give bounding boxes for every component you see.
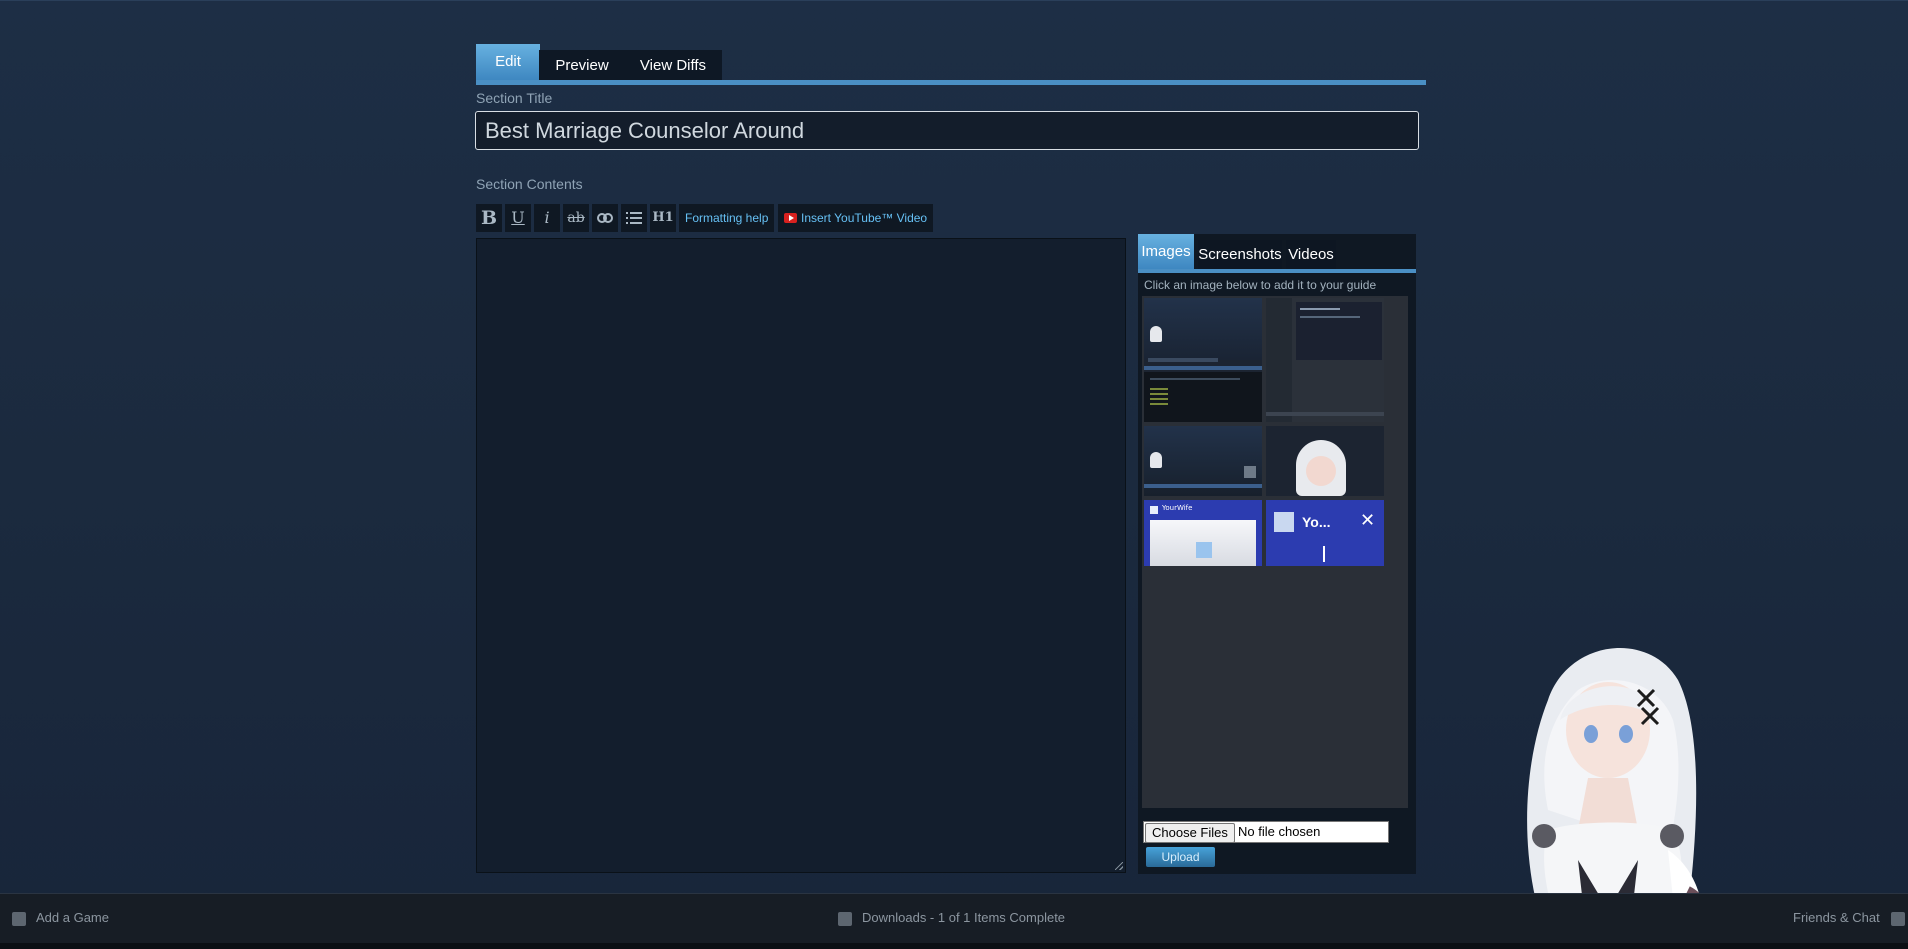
- top-border: [0, 0, 1908, 1]
- file-status: No file chosen: [1238, 824, 1321, 839]
- tab-preview[interactable]: Preview: [539, 50, 625, 81]
- download-icon: [838, 911, 852, 926]
- image-thumbnail[interactable]: [1266, 426, 1384, 496]
- plus-icon: [12, 911, 26, 926]
- link-icon: [597, 213, 613, 223]
- image-thumbnail[interactable]: [1266, 298, 1384, 422]
- add-game-button[interactable]: Add a Game: [12, 908, 109, 928]
- tab-view-diffs[interactable]: View Diffs: [624, 50, 722, 81]
- downloads-label: Downloads - 1 of 1 Items Complete: [862, 910, 1066, 925]
- resize-handle[interactable]: [1115, 862, 1123, 870]
- friends-chat-label: Friends & Chat: [1793, 910, 1880, 925]
- section-contents-editor[interactable]: [476, 238, 1126, 873]
- section-title-input[interactable]: [475, 111, 1419, 150]
- bottom-bar: Add a Game Downloads - 1 of 1 Items Comp…: [0, 893, 1908, 949]
- tab-screenshots[interactable]: Screenshots: [1198, 240, 1282, 270]
- image-thumbnail[interactable]: [1144, 298, 1262, 422]
- tab-images[interactable]: Images: [1138, 234, 1194, 270]
- section-title-label: Section Title: [476, 90, 553, 106]
- image-thumbnail[interactable]: [1144, 426, 1262, 496]
- youtube-icon: [784, 212, 797, 223]
- thumb-caption: Yo...: [1302, 514, 1331, 530]
- formatting-help-link[interactable]: Formatting help: [679, 204, 775, 232]
- media-hint: Click an image below to add it to your g…: [1144, 278, 1377, 292]
- strikethrough-button[interactable]: ab: [563, 204, 589, 232]
- section-contents-label: Section Contents: [476, 176, 583, 192]
- choose-files-button[interactable]: Choose Files: [1145, 823, 1235, 843]
- close-icon: ✕: [1360, 510, 1376, 530]
- link-button[interactable]: [592, 204, 618, 232]
- heading-button[interactable]: H1: [650, 204, 676, 232]
- image-thumbnail[interactable]: YourWife: [1144, 500, 1262, 566]
- taskbar-strip: [0, 943, 1908, 949]
- list-icon: [626, 212, 642, 224]
- friends-chat-button[interactable]: Friends & Chat: [1793, 908, 1906, 928]
- add-game-label: Add a Game: [36, 910, 109, 925]
- list-button[interactable]: [621, 204, 647, 232]
- tab-edit[interactable]: Edit: [476, 44, 540, 81]
- insert-youtube-label: Insert YouTube™ Video: [801, 211, 928, 225]
- file-input[interactable]: Choose Files No file chosen: [1143, 821, 1389, 843]
- italic-button[interactable]: i: [534, 204, 560, 232]
- thumb-caption: YourWife: [1162, 504, 1193, 512]
- insert-youtube-button[interactable]: Insert YouTube™ Video: [778, 204, 934, 232]
- image-gallery: YourWife Yo... ✕: [1142, 296, 1408, 808]
- image-thumbnail[interactable]: Yo... ✕: [1266, 500, 1384, 566]
- media-panel: Images Screenshots Videos Click an image…: [1138, 234, 1416, 874]
- media-tab-underline: [1138, 269, 1416, 273]
- friends-icon: [1891, 911, 1906, 926]
- bold-button[interactable]: B: [476, 204, 502, 232]
- downloads-status[interactable]: Downloads - 1 of 1 Items Complete: [838, 908, 1065, 928]
- upload-button[interactable]: Upload: [1146, 847, 1215, 867]
- tab-videos[interactable]: Videos: [1286, 240, 1336, 270]
- underline-button[interactable]: U: [505, 204, 531, 232]
- tab-underline: [476, 80, 1426, 85]
